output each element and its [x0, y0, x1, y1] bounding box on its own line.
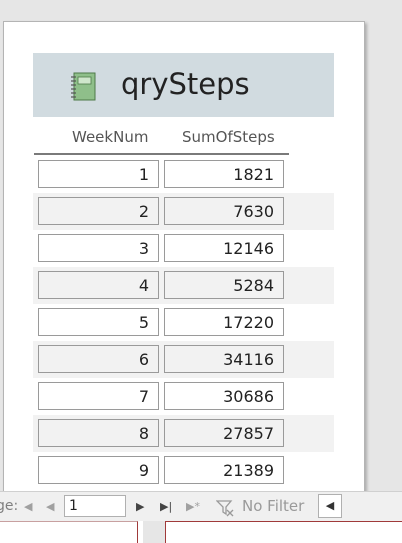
weeknum-cell[interactable]: 9	[38, 456, 159, 484]
previous-page-icon[interactable]: ◀	[46, 501, 58, 513]
report-notebook-icon	[71, 72, 96, 101]
table-row: 4 5284	[33, 267, 334, 304]
weeknum-cell[interactable]: 1	[38, 160, 159, 188]
sumofsteps-cell[interactable]: 34116	[164, 345, 284, 373]
table-row: 9 21389	[33, 452, 334, 489]
table-row: 8 27857	[33, 415, 334, 452]
header-divider	[34, 153, 289, 155]
table-row: 1 1821	[33, 156, 334, 193]
record-navigation-bar: ge: ◀​ ◀ 1 ▶ ▶| ▶* No Filter ◀	[0, 491, 402, 522]
table-row: 2 7630	[33, 193, 334, 230]
table-row: 6 34116	[33, 341, 334, 378]
sumofsteps-cell[interactable]: 27857	[164, 419, 284, 447]
filter-icon	[216, 500, 234, 517]
sumofsteps-cell[interactable]: 30686	[164, 382, 284, 410]
weeknum-cell[interactable]: 4	[38, 271, 159, 299]
column-header-weeknum: WeekNum	[72, 128, 149, 146]
report-title: qrySteps	[121, 67, 250, 101]
table-row: 3 12146	[33, 230, 334, 267]
weeknum-cell[interactable]: 7	[38, 382, 159, 410]
status-strip	[0, 521, 402, 543]
status-segment	[0, 521, 138, 543]
weeknum-cell[interactable]: 2	[38, 197, 159, 225]
new-record-icon[interactable]: ▶*	[186, 501, 200, 513]
sumofsteps-cell[interactable]: 17220	[164, 308, 284, 336]
sumofsteps-cell[interactable]: 12146	[164, 234, 284, 262]
status-separator	[143, 521, 165, 543]
status-segment	[165, 521, 402, 543]
report-header: qrySteps	[33, 53, 334, 117]
weeknum-cell[interactable]: 8	[38, 419, 159, 447]
first-page-icon[interactable]: ◀​	[24, 501, 36, 513]
column-header-sumofsteps: SumOfSteps	[182, 128, 275, 146]
filter-label: No Filter	[242, 497, 305, 515]
sumofsteps-cell[interactable]: 7630	[164, 197, 284, 225]
scroll-left-icon[interactable]: ◀	[318, 494, 342, 518]
page-number-input[interactable]: 1	[64, 495, 126, 517]
next-page-icon[interactable]: ▶	[136, 501, 148, 513]
sumofsteps-cell[interactable]: 21389	[164, 456, 284, 484]
table-row: 5 17220	[33, 304, 334, 341]
page-label: ge:	[0, 498, 19, 514]
weeknum-cell[interactable]: 6	[38, 345, 159, 373]
sumofsteps-cell[interactable]: 1821	[164, 160, 284, 188]
table-row: 7 30686	[33, 378, 334, 415]
weeknum-cell[interactable]: 3	[38, 234, 159, 262]
last-page-icon[interactable]: ▶|	[160, 501, 172, 513]
report-page: qrySteps WeekNum SumOfSteps 1 1821 2 7630 3 1…	[3, 21, 365, 503]
weeknum-cell[interactable]: 5	[38, 308, 159, 336]
sumofsteps-cell[interactable]: 5284	[164, 271, 284, 299]
